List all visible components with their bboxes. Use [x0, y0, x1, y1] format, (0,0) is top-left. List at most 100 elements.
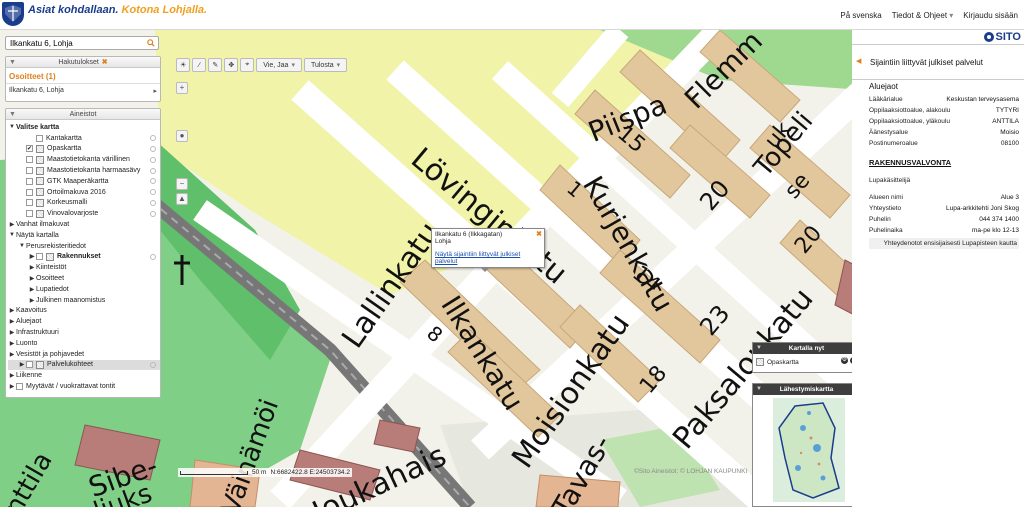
lohja-logo[interactable] — [2, 2, 24, 26]
sun-icon[interactable]: ☀ — [176, 58, 191, 72]
layer-checkbox[interactable] — [36, 134, 43, 142]
expand-right-icon[interactable]: ▶ — [28, 286, 36, 293]
expand-right-icon[interactable]: ▶ — [28, 297, 36, 304]
layer-row[interactable]: Korkeusmalli — [8, 198, 160, 209]
collapse-icon[interactable]: ▼ — [9, 57, 16, 68]
measure-icon[interactable]: ∕ — [192, 58, 207, 72]
layer-row[interactable]: ▼ Valitse kartta — [8, 122, 160, 133]
language-link[interactable]: På svenska — [840, 11, 881, 20]
collapse-icon[interactable]: ▼ — [756, 343, 762, 354]
layer-checkbox[interactable] — [26, 361, 33, 369]
expand-right-icon[interactable]: ▶ — [8, 351, 16, 358]
layer-row[interactable]: ▶ Kaavoitus — [8, 306, 160, 317]
layer-checkbox[interactable]: ✔ — [26, 145, 33, 153]
layer-row[interactable]: Kantakartta — [8, 133, 160, 144]
layer-row[interactable]: Maastotietokanta värillinen — [8, 154, 160, 165]
layer-row[interactable]: ▶ Infrastruktuuri — [8, 327, 160, 338]
move-icon[interactable]: ✥ — [224, 58, 239, 72]
layer-row[interactable]: ▶ Vesistöt ja pohjavedet — [8, 349, 160, 360]
layer-row[interactable]: ▼ Perusrekisteritiedot — [8, 241, 160, 252]
layer-row[interactable]: ▶ Osoitteet — [8, 273, 160, 284]
expand-right-icon[interactable]: ▶ — [8, 307, 16, 314]
layer-row[interactable]: ▼ Näytä kartalla — [8, 230, 160, 241]
info-icon[interactable] — [150, 178, 156, 185]
expand-right-icon[interactable]: ▶ — [8, 329, 16, 336]
rakennusvalvonta-heading[interactable]: RAKENNUSVALVONTA — [869, 158, 951, 167]
expand-right-icon[interactable]: ▶ — [28, 253, 36, 260]
layer-icon — [36, 166, 44, 175]
expand-right-icon[interactable]: ▶ — [8, 318, 16, 325]
layer-row[interactable]: Maastotietokanta harmaasävy — [8, 165, 160, 176]
layer-row[interactable]: ✔ Opaskartta — [8, 144, 160, 155]
expand-right-icon[interactable]: ▶ — [8, 383, 16, 390]
expand-right-icon[interactable]: ▶ — [18, 361, 26, 368]
layer-row[interactable]: ▶ Julkinen maanomistus — [8, 295, 160, 306]
layer-label: Valitse kartta — [16, 123, 60, 131]
expand-right-icon[interactable]: ▶ — [8, 340, 16, 347]
expand-down-icon[interactable]: ▼ — [8, 232, 16, 238]
layer-row[interactable]: ▶ Kiinteistöt — [8, 262, 160, 273]
layer-row[interactable]: ▶ Rakennukset — [8, 252, 160, 263]
layer-checkbox[interactable] — [26, 177, 33, 185]
pencil-icon[interactable]: ✎ — [208, 58, 223, 72]
collapse-arrow-icon[interactable]: ◀ — [856, 57, 861, 65]
search-icon[interactable] — [147, 39, 155, 47]
layer-label: Maastotietokanta harmaasävy — [47, 167, 141, 175]
info-icon[interactable] — [150, 361, 156, 368]
close-icon[interactable]: ✖ — [536, 230, 542, 238]
layer-checkbox[interactable] — [26, 199, 33, 207]
layer-row[interactable]: ▶ Palvelukohteet — [8, 359, 160, 371]
close-icon[interactable]: ✖ — [102, 59, 108, 66]
layer-checkbox[interactable] — [26, 167, 33, 175]
expand-right-icon[interactable]: ▶ — [8, 372, 16, 379]
layer-row[interactable]: ▶ Vanhat ilmakuvat — [8, 219, 160, 230]
locate-icon[interactable]: ▲ — [176, 193, 188, 205]
zoom-control: + ● − ▲ — [176, 82, 188, 205]
search-input[interactable] — [6, 37, 144, 49]
crosshair-icon[interactable]: ⌖ — [240, 58, 255, 72]
expand-down-icon[interactable]: ▼ — [8, 124, 16, 130]
result-item[interactable]: Ilkankatu 6, Lohja — [6, 84, 160, 97]
collapse-icon[interactable]: ▼ — [756, 384, 762, 395]
layer-checkbox[interactable] — [26, 156, 33, 164]
info-icon[interactable] — [150, 156, 156, 163]
layer-checkbox[interactable] — [36, 253, 43, 261]
share-button[interactable]: Vie, Jaa — [256, 58, 302, 72]
services-header[interactable]: ◀ Sijaintiin liittyvät julkiset palvelut — [852, 44, 1024, 80]
layer-row[interactable]: GTK Maaperäkartta — [8, 176, 160, 187]
expand-right-icon[interactable]: ▶ — [28, 275, 36, 282]
info-icon[interactable] — [150, 135, 156, 142]
layer-row[interactable]: ▶ Liikenne — [8, 370, 160, 381]
zoom-slider-handle[interactable]: ● — [176, 130, 188, 142]
expand-right-icon[interactable]: ▶ — [28, 264, 36, 271]
results-section[interactable]: Osoitteet (1) — [6, 68, 160, 84]
zoom-in-button[interactable]: + — [176, 82, 188, 94]
layer-row[interactable]: Vinovalovarjoste — [8, 208, 160, 219]
layer-checkbox[interactable] — [26, 188, 33, 196]
info-menu[interactable]: Tiedot & Ohjeet — [892, 11, 954, 20]
info-icon[interactable] — [150, 199, 156, 206]
layer-checkbox[interactable] — [26, 210, 33, 218]
info-icon[interactable] — [150, 167, 156, 174]
print-button[interactable]: Tulosta — [303, 58, 348, 72]
settings-icon[interactable]: ⚙ — [841, 357, 848, 364]
layer-row[interactable]: ▶ Aluejaot — [8, 316, 160, 327]
info-icon[interactable] — [150, 145, 156, 152]
info-icon[interactable] — [150, 253, 156, 260]
collapse-icon[interactable]: ▼ — [9, 109, 16, 120]
layer-row[interactable]: ▶ Lupatiedot — [8, 284, 160, 295]
layer-row[interactable]: ▶ Myytävät / vuokrattavat tontit — [8, 381, 160, 392]
layer-row[interactable]: ▶ Luonto — [8, 338, 160, 349]
layer-row[interactable]: Ortoilmakuva 2016 — [8, 187, 160, 198]
info-icon[interactable] — [150, 210, 156, 217]
expand-right-icon[interactable]: ▶ — [8, 221, 16, 228]
expand-down-icon[interactable]: ▼ — [18, 243, 26, 249]
show-services-link[interactable]: Näytä sijaintiin liittyvät julkiset palv… — [435, 251, 541, 266]
overview-map[interactable] — [773, 398, 845, 502]
info-row: Oppilaaksiottoalue, alakoulu TYTYRI — [869, 107, 1019, 118]
layer-checkbox[interactable] — [16, 383, 23, 391]
info-icon[interactable] — [150, 189, 156, 196]
layer-label: Luonto — [16, 339, 38, 347]
zoom-out-button[interactable]: − — [176, 178, 188, 190]
login-link[interactable]: Kirjaudu sisään — [963, 11, 1018, 20]
